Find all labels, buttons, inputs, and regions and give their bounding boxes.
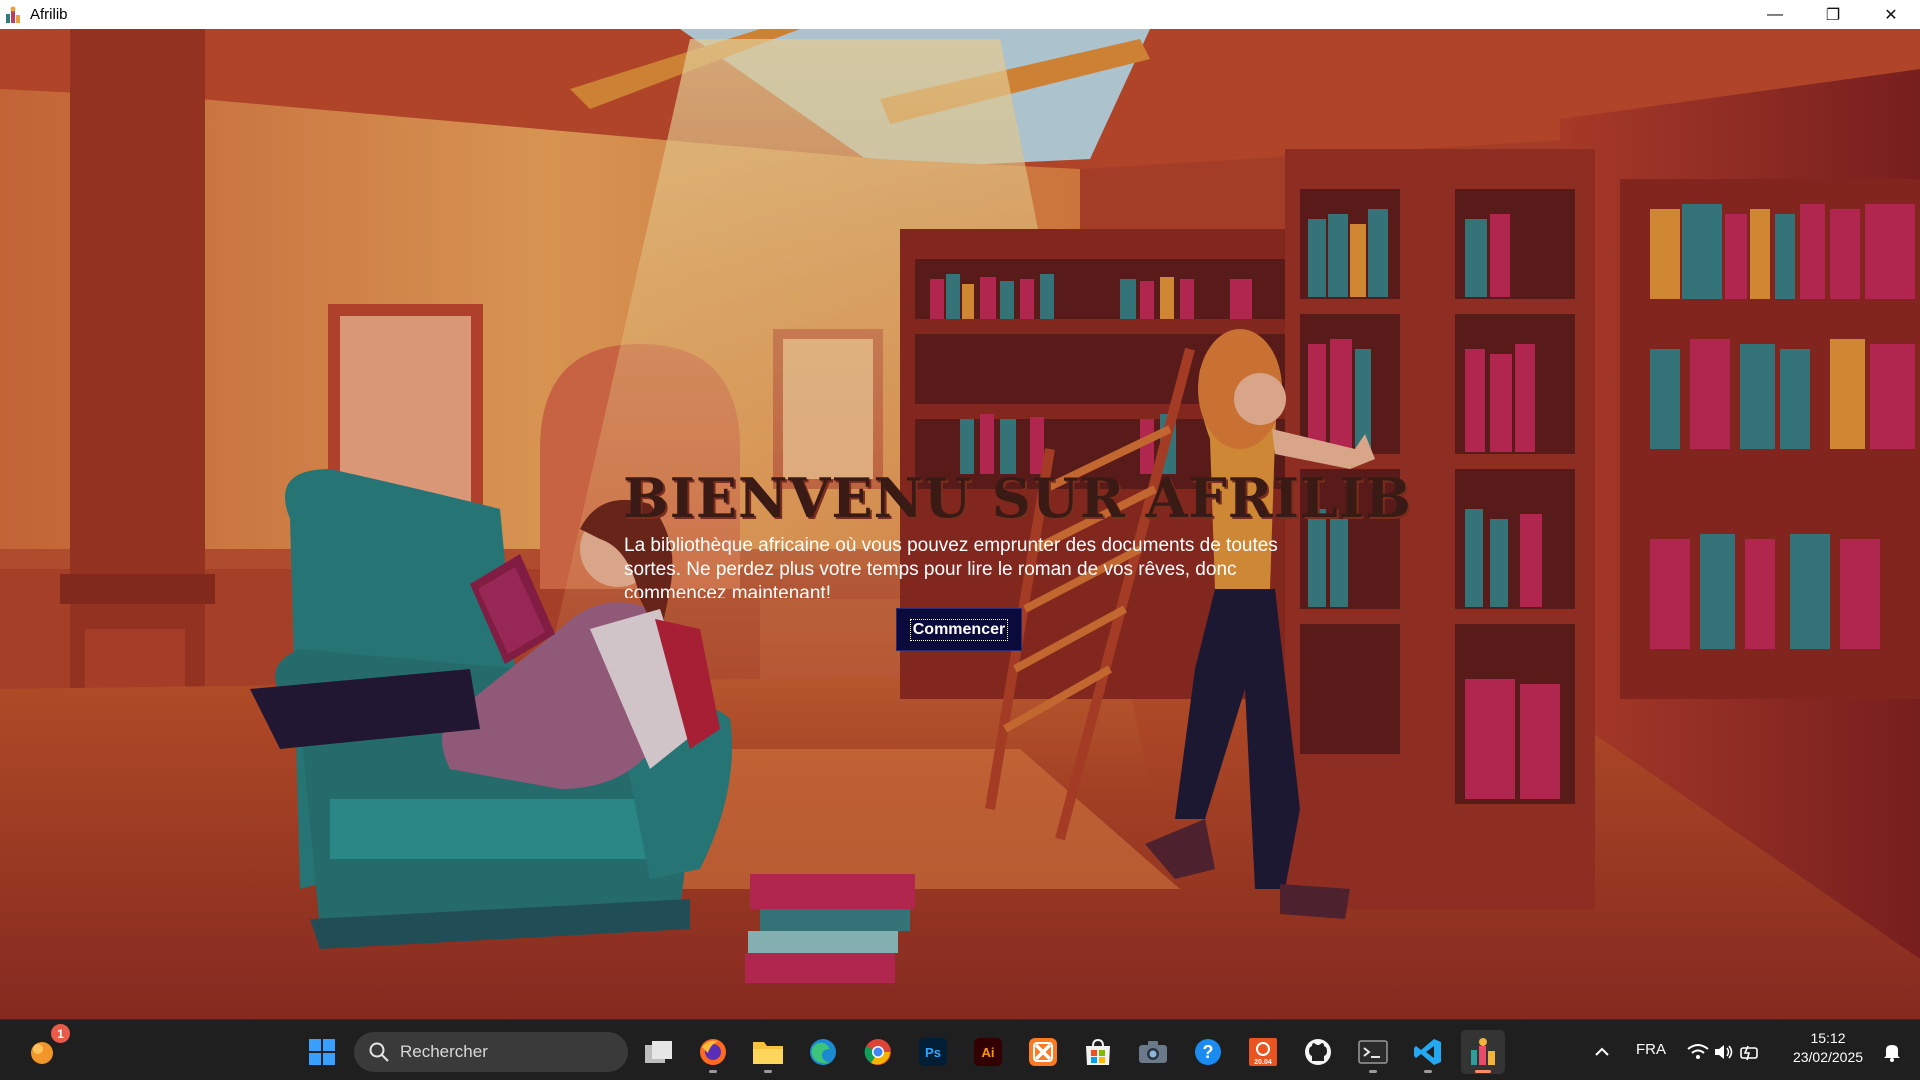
volume-icon [1715, 1045, 1733, 1059]
svg-text:?: ? [1203, 1042, 1214, 1062]
vscode-button[interactable] [1406, 1030, 1450, 1074]
start-button-label: Commencer [909, 618, 1009, 641]
widgets-button[interactable]: 1 [20, 1024, 70, 1074]
file-explorer-button[interactable] [746, 1030, 790, 1074]
vscode-icon [1414, 1039, 1441, 1065]
hero-description: La bibliothèque africaine où vous pouvez… [624, 535, 1278, 598]
help-button[interactable]: ? [1186, 1030, 1230, 1074]
bell-icon [1884, 1045, 1900, 1062]
edge-icon [810, 1039, 836, 1065]
task-view-button[interactable] [637, 1030, 681, 1074]
active-indicator [1475, 1070, 1491, 1073]
afrilib-icon [1471, 1038, 1495, 1065]
svg-text:20.04: 20.04 [1254, 1059, 1272, 1066]
running-indicator [764, 1070, 772, 1073]
firefox-icon [700, 1039, 726, 1065]
wifi-icon [1687, 1044, 1709, 1059]
window-title: Afrilib [30, 6, 68, 23]
running-indicator [709, 1070, 717, 1073]
svg-text:Ps: Ps [925, 1045, 941, 1060]
restore-button[interactable]: ❐ [1804, 0, 1862, 29]
folder-icon [753, 1042, 783, 1064]
start-menu-button[interactable] [300, 1030, 344, 1074]
notification-badge: 1 [51, 1024, 70, 1043]
search-icon [369, 1042, 389, 1062]
close-button[interactable]: ✕ [1862, 0, 1920, 29]
github-icon [1305, 1039, 1331, 1065]
clock[interactable]: 15:12 23/02/2025 [1780, 1030, 1876, 1065]
store-button[interactable] [1076, 1030, 1120, 1074]
illustrator-icon: Ai [974, 1038, 1002, 1066]
xampp-button[interactable] [1021, 1030, 1065, 1074]
terminal-icon [1358, 1040, 1388, 1064]
running-indicator [1369, 1070, 1377, 1073]
help-icon: ? [1195, 1039, 1221, 1065]
window-controls: — ❐ ✕ [1746, 0, 1920, 29]
windows-logo-icon [309, 1039, 335, 1065]
chevron-up-icon [1595, 1047, 1609, 1056]
camera-button[interactable] [1131, 1030, 1175, 1074]
taskbar: 1 Rechercher Ps Ai ? 20.04 FRA 15:12 23/… [0, 1019, 1920, 1080]
quick-settings-button[interactable] [1682, 1030, 1766, 1074]
battery-charging-icon [1740, 1045, 1758, 1061]
language-indicator[interactable]: FRA [1636, 1041, 1666, 1058]
chrome-icon [864, 1039, 891, 1065]
photoshop-button[interactable]: Ps [911, 1030, 955, 1074]
notifications-button[interactable] [1872, 1030, 1912, 1074]
github-button[interactable] [1296, 1030, 1340, 1074]
ubuntu-icon: 20.04 [1249, 1038, 1277, 1066]
search-placeholder: Rechercher [400, 1042, 488, 1061]
illustrator-button[interactable]: Ai [966, 1030, 1010, 1074]
photoshop-icon: Ps [919, 1038, 947, 1066]
show-hidden-icons-button[interactable] [1580, 1030, 1624, 1074]
taskbar-search[interactable]: Rechercher [354, 1032, 628, 1072]
hero-title: BIENVENU SUR AFRILIB [623, 466, 1412, 530]
sun-icon [31, 1042, 53, 1064]
window-titlebar: Afrilib — ❐ ✕ [0, 0, 1920, 29]
firefox-button[interactable] [691, 1030, 735, 1074]
ubuntu-button[interactable]: 20.04 [1241, 1030, 1285, 1074]
clock-time: 15:12 [1810, 1030, 1846, 1046]
store-icon [1086, 1038, 1110, 1065]
edge-button[interactable] [801, 1030, 845, 1074]
terminal-button[interactable] [1351, 1030, 1395, 1074]
afrilib-app-icon [4, 6, 22, 24]
start-button[interactable]: Commencer [896, 608, 1022, 651]
chrome-button[interactable] [856, 1030, 900, 1074]
clock-date: 23/02/2025 [1792, 1049, 1864, 1065]
library-background: BIENVENU SUR AFRILIB La bibliothèque afr… [0, 29, 1920, 1019]
minimize-button[interactable]: — [1746, 0, 1804, 29]
running-indicator [1424, 1070, 1432, 1073]
afrilib-taskbar-button[interactable] [1461, 1030, 1505, 1074]
task-view-icon [645, 1041, 672, 1063]
xampp-icon [1029, 1038, 1057, 1066]
camera-icon [1139, 1041, 1167, 1063]
svg-text:Ai: Ai [982, 1045, 995, 1060]
